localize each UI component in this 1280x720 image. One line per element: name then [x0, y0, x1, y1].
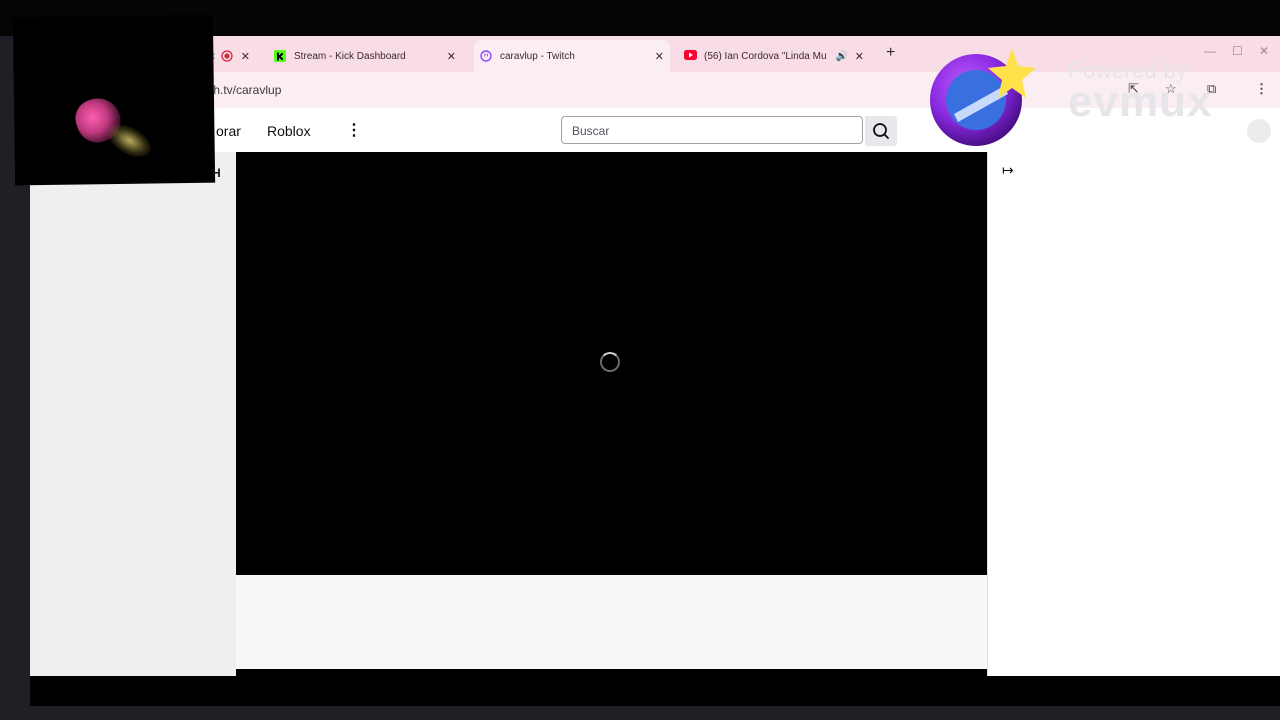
close-icon[interactable]: ✕	[241, 50, 250, 63]
collapse-chat-icon[interactable]: ↦	[1002, 162, 1014, 179]
loading-spinner	[600, 352, 620, 372]
close-window-icon[interactable]: ✕	[1259, 44, 1269, 58]
webcam-overlay	[12, 14, 216, 186]
kick-icon	[274, 50, 286, 62]
close-icon[interactable]: ✕	[447, 50, 456, 63]
browser-window: x ✕ Stream - Kick Dashboard ✕ caravlup -…	[30, 36, 1280, 676]
tab-twitch[interactable]: caravlup - Twitch ✕	[474, 40, 670, 72]
twitch-logo-fragment: H	[212, 166, 221, 180]
more-menu-icon[interactable]: ⋮	[346, 120, 362, 140]
left-sidebar	[30, 152, 236, 676]
evmux-brand-text: evmux	[1068, 77, 1213, 126]
chat-panel: ↦	[987, 152, 1280, 676]
bottom-black-border	[30, 676, 1280, 706]
avatar[interactable]	[1247, 119, 1271, 143]
player-bottom-strip	[236, 669, 987, 676]
url-field[interactable]: tch.tv/caravlup	[204, 83, 281, 97]
tab-title: Stream - Kick Dashboard	[294, 50, 406, 62]
youtube-icon	[684, 50, 697, 62]
new-tab-button[interactable]: +	[886, 44, 895, 62]
nav-explore[interactable]: orar	[216, 123, 241, 139]
search-icon	[873, 123, 889, 139]
recording-icon	[221, 50, 233, 62]
search-button[interactable]	[865, 116, 897, 146]
tab-title: (56) Ian Cordova "Linda Mu	[704, 50, 827, 62]
minimize-icon[interactable]: —	[1204, 44, 1216, 58]
evmux-logo-icon	[930, 48, 1036, 146]
maximize-icon[interactable]: ☐	[1232, 44, 1243, 58]
search-input[interactable]: Buscar	[561, 116, 863, 144]
tab-kick-dashboard[interactable]: Stream - Kick Dashboard ✕	[268, 40, 462, 72]
tab-title: caravlup - Twitch	[500, 50, 575, 62]
video-player[interactable]	[236, 152, 987, 575]
speaker-icon[interactable]: 🔊	[836, 51, 848, 62]
close-icon[interactable]: ✕	[855, 50, 864, 63]
browser-menu-icon[interactable]: ⋮	[1255, 81, 1268, 97]
twitch-icon	[480, 50, 492, 62]
close-icon[interactable]: ✕	[655, 50, 664, 63]
stream-info-panel	[236, 575, 987, 669]
nav-roblox[interactable]: Roblox	[267, 123, 311, 139]
tab-youtube[interactable]: (56) Ian Cordova "Linda Mu 🔊 ✕	[678, 40, 870, 72]
